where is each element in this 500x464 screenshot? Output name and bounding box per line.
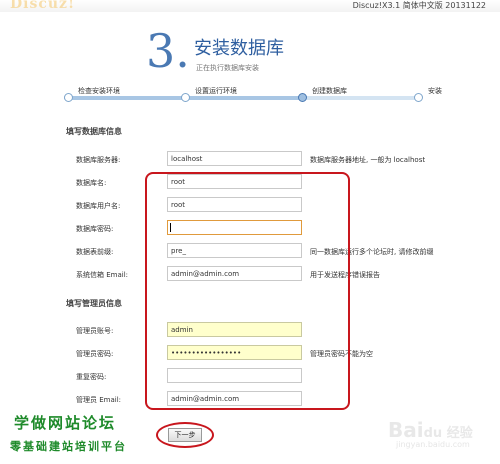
step-title: 安装数据库 [194, 38, 284, 59]
progress-step-4-dot [414, 93, 423, 102]
admin-section-title: 填写管理员信息 [66, 299, 122, 308]
progress-step-1-label: 检查安装环境 [78, 87, 120, 95]
db-user-label: 数据库用户名: [76, 202, 121, 210]
progress-step-1-dot [64, 93, 73, 102]
step-number: 3. [146, 24, 190, 78]
db-host-hint: 数据库服务器地址, 一般为 localhost [310, 156, 426, 164]
system-email-label: 系统信箱 Email: [76, 271, 129, 279]
baidu-watermark-word: Bai [388, 418, 424, 442]
progress-step-3-dot [298, 93, 307, 102]
db-host-label: 数据库服务器: [76, 156, 121, 164]
table-prefix-label: 数据表前缀: [76, 248, 114, 256]
annotation-highlight-box [145, 172, 350, 410]
admin-email-label: 管理员 Email: [76, 396, 122, 404]
admin-account-label: 管理员账号: [76, 327, 114, 335]
progress-step-4-label: 安装 [428, 87, 442, 95]
baidu-watermark-suffix: du 经验 [423, 426, 473, 441]
db-password-label: 数据库密码: [76, 225, 114, 233]
repeat-password-label: 重复密码: [76, 373, 107, 381]
db-host-input[interactable]: localhost [167, 151, 302, 166]
db-section-title: 填写数据库信息 [66, 127, 122, 136]
progress-step-3-label: 创建数据库 [312, 87, 347, 95]
step-subtitle: 正在执行数据库安装 [196, 64, 259, 72]
baidu-watermark-url: jingyan.baidu.com [396, 440, 470, 449]
baidu-watermark-logo: Baidu 经验 [388, 418, 473, 442]
watermark-site-slogan: 零基础建站培训平台 [10, 440, 127, 453]
db-name-label: 数据库名: [76, 179, 107, 187]
progress-step-2-dot [181, 93, 190, 102]
discuz-logo: Discuz! [10, 0, 76, 12]
admin-password-label: 管理员密码: [76, 350, 114, 358]
watermark-site-title: 学做网站论坛 [14, 414, 117, 432]
annotation-highlight-ring [156, 422, 214, 448]
version-label: Discuz!X3.1 简体中文版 20131122 [352, 1, 486, 10]
progress-step-2-label: 设置运行环境 [195, 87, 237, 95]
